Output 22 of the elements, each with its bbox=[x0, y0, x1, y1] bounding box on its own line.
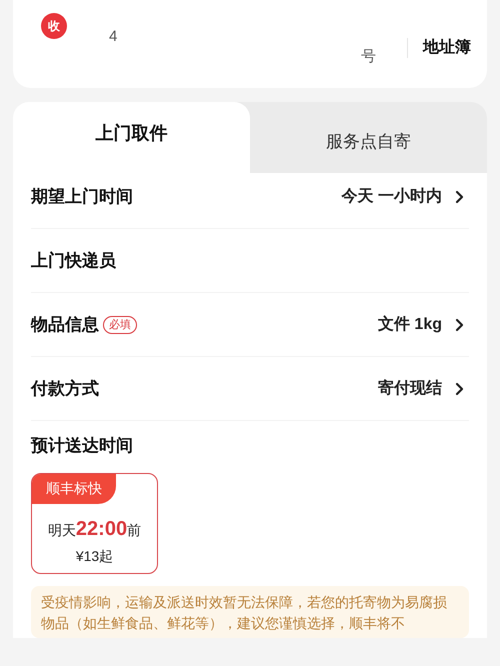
address-book-button[interactable]: 地址簿 bbox=[423, 36, 471, 60]
delivery-time: 明天22:00前 bbox=[46, 516, 142, 542]
row-value[interactable]: 文件 1kg bbox=[378, 312, 442, 336]
section-title: 预计送达时间 bbox=[31, 435, 134, 457]
row-value[interactable]: 寄付现结 bbox=[378, 376, 442, 400]
tab[interactable]: 上门取件 bbox=[13, 102, 250, 165]
price: ¥13起 bbox=[74, 546, 114, 566]
required-tag: 必填 bbox=[103, 316, 137, 334]
notice-text: 受疫情影响，运输及派送时效暂无法保障，若您的托寄物为易腐损物品（如生鲜食品、鲜花等），建议您谨慎选择，顺丰将不 bbox=[41, 592, 448, 632]
row-label: 期望上门时间 bbox=[31, 186, 133, 208]
service-name: 顺丰标快 bbox=[32, 474, 116, 504]
row-value[interactable]: 今天 一小时内 bbox=[342, 184, 442, 208]
row-label: 付款方式 bbox=[31, 378, 99, 400]
chevron-icon[interactable] bbox=[454, 318, 465, 332]
address-text: 4 bbox=[109, 27, 118, 47]
service-option-card[interactable]: 顺丰标快 明天22:00前 ¥13起 bbox=[31, 472, 158, 574]
row-label: 上门快递员 bbox=[31, 250, 116, 272]
address-text: 号 bbox=[361, 47, 376, 67]
row-label: 物品信息 bbox=[31, 314, 99, 336]
chevron-icon[interactable] bbox=[454, 190, 465, 204]
receiver-badge: 收 bbox=[41, 13, 67, 39]
chevron-icon[interactable] bbox=[454, 382, 465, 396]
